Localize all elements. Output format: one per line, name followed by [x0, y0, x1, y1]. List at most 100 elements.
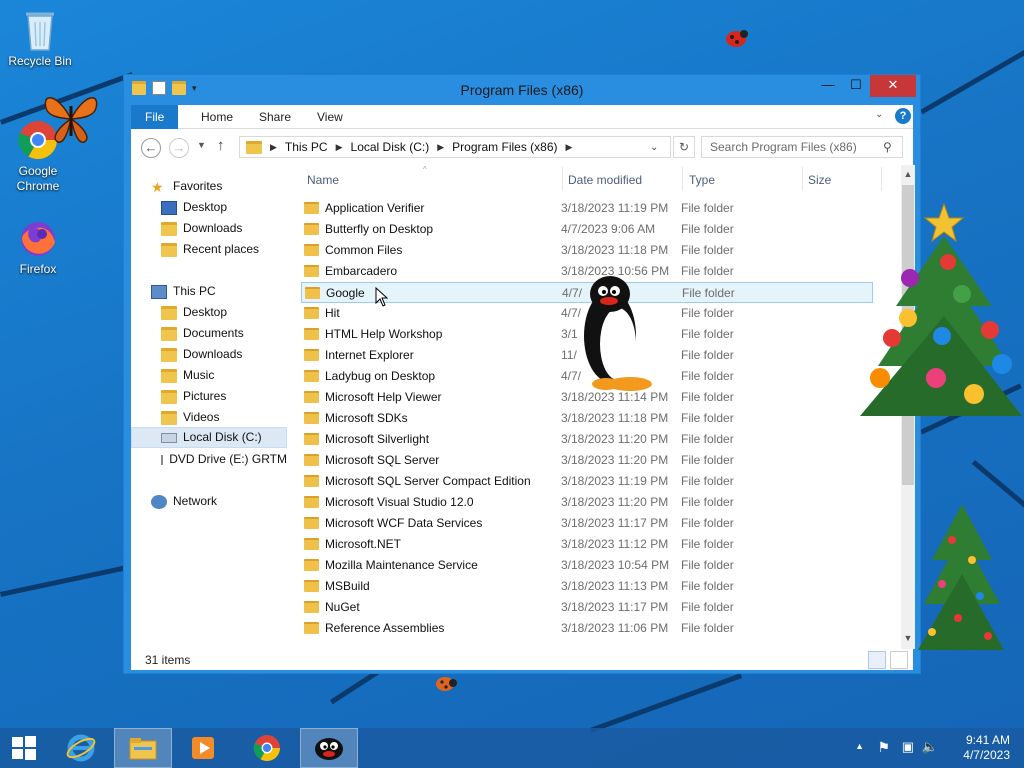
taskbar-penguin-app[interactable]	[300, 728, 358, 768]
nav-label: Videos	[183, 410, 220, 424]
scroll-up-arrow[interactable]: ▲	[901, 167, 915, 181]
breadcrumb-program-files[interactable]: Program Files (x86)	[452, 140, 557, 154]
file-name: Reference Assemblies	[325, 621, 445, 635]
tab-view[interactable]: View	[303, 105, 357, 129]
refresh-button[interactable]: ↻	[673, 136, 695, 158]
desktop-icon-recycle-bin[interactable]: Recycle Bin	[0, 8, 80, 69]
nav-pc-pictures[interactable]: Pictures	[161, 386, 226, 407]
taskbar-internet-explorer[interactable]	[52, 728, 110, 768]
column-header-size[interactable]: Size	[808, 173, 831, 187]
nav-pc-dvd-drive[interactable]: DVD Drive (E:) GRTM	[161, 449, 287, 470]
file-type: File folder	[681, 369, 734, 383]
large-icons-view-button[interactable]	[890, 651, 908, 669]
file-row[interactable]: Microsoft WCF Data Services 3/18/2023 11:…	[301, 513, 873, 534]
taskbar-file-explorer[interactable]	[114, 728, 172, 768]
file-date-modified: 3/18/2023 11:18 PM	[561, 411, 669, 425]
folder-icon	[304, 265, 319, 277]
nav-favorites[interactable]: ★ Favorites	[151, 176, 222, 197]
title-bar[interactable]: ▾ Program Files (x86) — ☐ ✕	[124, 75, 920, 105]
column-header-date-modified[interactable]: Date modified	[568, 173, 642, 187]
breadcrumb-local-disk[interactable]: Local Disk (C:)	[351, 140, 430, 154]
nav-pc-downloads[interactable]: Downloads	[161, 344, 242, 365]
taskbar-clock[interactable]: 9:41 AM 4/7/2023	[963, 733, 1010, 763]
nav-favorites-recent[interactable]: Recent places	[161, 239, 259, 260]
nav-pc-desktop[interactable]: Desktop	[161, 302, 227, 323]
volume-muted-icon[interactable]: 🔈	[922, 739, 938, 755]
column-divider[interactable]	[802, 167, 803, 191]
tab-share[interactable]: Share	[245, 105, 305, 129]
search-icon: ⚲	[883, 140, 892, 154]
file-date-modified: 3/18/2023 10:54 PM	[561, 558, 670, 572]
recent-locations-icon[interactable]: ▼	[197, 140, 206, 150]
taskbar-google-chrome[interactable]	[238, 728, 296, 768]
file-row[interactable]: Microsoft Silverlight 3/18/2023 11:20 PM F…	[301, 429, 873, 450]
back-button[interactable]: ←	[141, 138, 161, 158]
start-button[interactable]	[0, 728, 48, 768]
show-hidden-icons-icon[interactable]: ▲	[855, 741, 864, 751]
nav-pc-local-disk[interactable]: Local Disk (C:)	[131, 427, 287, 448]
file-type: File folder	[681, 621, 734, 635]
file-row[interactable]: Microsoft SQL Server 3/18/2023 11:20 PM Fi…	[301, 450, 873, 471]
file-type: File folder	[681, 453, 734, 467]
breadcrumb-separator: ▶	[565, 141, 573, 152]
tab-home[interactable]: Home	[187, 105, 247, 129]
file-type: File folder	[681, 327, 734, 341]
scroll-down-arrow[interactable]: ▼	[901, 631, 915, 645]
file-name: Mozilla Maintenance Service	[325, 558, 478, 572]
file-row[interactable]: Butterfly on Desktop 4/7/2023 9:06 AM File…	[301, 219, 873, 240]
column-divider[interactable]	[682, 167, 683, 191]
folder-icon	[161, 347, 177, 362]
folder-icon	[304, 580, 319, 592]
nav-favorites-downloads[interactable]: Downloads	[161, 218, 242, 239]
file-date-modified: 3/18/2023 11:19 PM	[561, 474, 669, 488]
file-type: File folder	[681, 243, 734, 257]
column-divider[interactable]	[881, 167, 882, 191]
file-row[interactable]: Common Files 3/18/2023 11:18 PM File folde…	[301, 240, 873, 261]
maximize-button[interactable]: ☐	[842, 75, 870, 97]
chrome-icon	[253, 735, 280, 761]
file-type: File folder	[681, 600, 734, 614]
file-name: Microsoft Visual Studio 12.0	[325, 495, 474, 509]
file-row[interactable]: NuGet 3/18/2023 11:17 PM File folder	[301, 597, 873, 618]
navigation-pane: ★ Favorites Desktop Downloads Recent pla…	[131, 165, 289, 649]
desktop-icon-firefox[interactable]: Firefox	[0, 216, 78, 277]
file-row[interactable]: Application Verifier 3/18/2023 11:19 PM Fi…	[301, 198, 873, 219]
column-header-name[interactable]: Name	[307, 173, 339, 187]
address-dropdown-icon[interactable]: ⌄	[650, 142, 658, 153]
forward-button[interactable]: →	[169, 138, 189, 158]
breadcrumb-separator: ▶	[437, 141, 445, 152]
details-view-button[interactable]	[868, 651, 886, 669]
action-center-flag-icon[interactable]: ⚑	[877, 739, 890, 756]
file-row[interactable]: Microsoft Visual Studio 12.0 3/18/2023 11…	[301, 492, 873, 513]
up-button[interactable]: ↑	[217, 137, 225, 154]
column-divider[interactable]	[562, 167, 563, 191]
file-row[interactable]: MSBuild 3/18/2023 11:13 PM File folder	[301, 576, 873, 597]
nav-pc-music[interactable]: Music	[161, 365, 214, 386]
taskbar-media-player[interactable]	[174, 728, 232, 768]
nav-this-pc[interactable]: This PC	[151, 281, 216, 302]
file-row[interactable]: Microsoft SQL Server Compact Edition 3/18…	[301, 471, 873, 492]
folder-icon	[161, 410, 177, 425]
folder-icon	[161, 389, 177, 404]
network-status-icon[interactable]: ▣	[902, 739, 914, 755]
file-row[interactable]: Reference Assemblies 3/18/2023 11:06 PM Fi…	[301, 618, 873, 639]
close-button[interactable]: ✕	[870, 75, 916, 97]
column-header-type[interactable]: Type	[689, 173, 715, 187]
file-row[interactable]: Microsoft SDKs 3/18/2023 11:18 PM File fol…	[301, 408, 873, 429]
file-explorer-icon	[129, 738, 157, 760]
help-icon[interactable]: ?	[895, 108, 911, 124]
nav-pc-videos[interactable]: Videos	[161, 407, 219, 428]
tab-file[interactable]: File	[131, 105, 179, 129]
nav-pc-documents[interactable]: Documents	[161, 323, 244, 344]
nav-favorites-desktop[interactable]: Desktop	[161, 197, 227, 218]
file-row[interactable]: Mozilla Maintenance Service 3/18/2023 10:…	[301, 555, 873, 576]
nav-network[interactable]: Network	[151, 491, 217, 512]
file-row[interactable]: Microsoft.NET 3/18/2023 11:12 PM File fold…	[301, 534, 873, 555]
search-input[interactable]: Search Program Files (x86)	[701, 136, 903, 158]
expand-ribbon-icon[interactable]: ⌄	[875, 109, 883, 120]
minimize-button[interactable]: —	[814, 75, 842, 97]
item-count: 31 items	[145, 653, 191, 667]
address-bar[interactable]: ▶ This PC ▶ Local Disk (C:) ▶ Program Fi…	[239, 136, 671, 158]
file-date-modified: 3/18/2023 11:06 PM	[561, 621, 669, 635]
breadcrumb-this-pc[interactable]: This PC	[285, 140, 328, 154]
